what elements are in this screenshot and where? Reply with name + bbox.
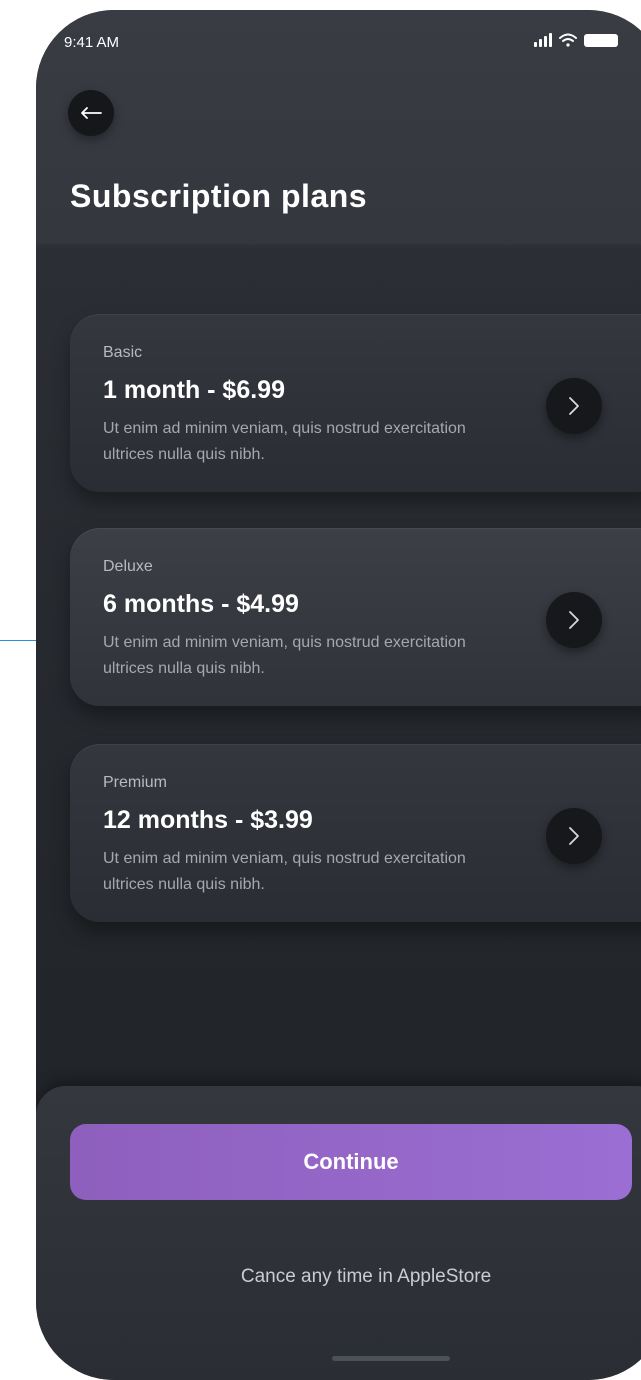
- chevron-right-icon: [569, 397, 579, 415]
- cancel-note: Cance any time in AppleStore: [240, 1266, 492, 1287]
- status-icons: [534, 33, 618, 47]
- plan-select-button[interactable]: [546, 378, 602, 434]
- chevron-right-icon: [569, 611, 579, 629]
- home-indicator: [332, 1356, 450, 1361]
- wifi-icon: [559, 33, 577, 47]
- back-button[interactable]: [68, 90, 114, 136]
- plan-card-basic[interactable]: Basic 1 month - $6.99 Ut enim ad minim v…: [70, 314, 641, 492]
- plan-tier: Deluxe: [103, 558, 153, 575]
- page-title: Subscription plans: [70, 178, 368, 214]
- plan-select-button[interactable]: [546, 592, 602, 648]
- phone-screen: 9:41 AM Subscription plans Basic 1 month…: [36, 10, 641, 1380]
- status-time: 9:41 AM: [64, 34, 120, 51]
- battery-icon: [584, 34, 618, 47]
- plan-description: Ut enim ad minim veniam, quis nostrud ex…: [103, 850, 466, 893]
- signal-icon: [534, 33, 552, 47]
- plan-price: 1 month - $6.99: [103, 376, 285, 404]
- plan-select-button[interactable]: [546, 808, 602, 864]
- plan-tier: Basic: [103, 344, 143, 361]
- plan-description: Ut enim ad minim veniam, quis nostrud ex…: [103, 634, 466, 677]
- plan-card-premium[interactable]: Premium 12 months - $3.99 Ut enim ad min…: [70, 744, 641, 922]
- chevron-right-icon: [569, 827, 579, 845]
- plan-card-deluxe[interactable]: Deluxe 6 months - $4.99 Ut enim ad minim…: [70, 528, 641, 706]
- plan-price: 6 months - $4.99: [103, 590, 299, 618]
- continue-button[interactable]: Continue: [70, 1124, 632, 1200]
- back-arrow-icon: [81, 107, 102, 119]
- plan-tier: Premium: [103, 774, 168, 791]
- plan-description: Ut enim ad minim veniam, quis nostrud ex…: [103, 420, 466, 463]
- plan-price: 12 months - $3.99: [103, 806, 313, 834]
